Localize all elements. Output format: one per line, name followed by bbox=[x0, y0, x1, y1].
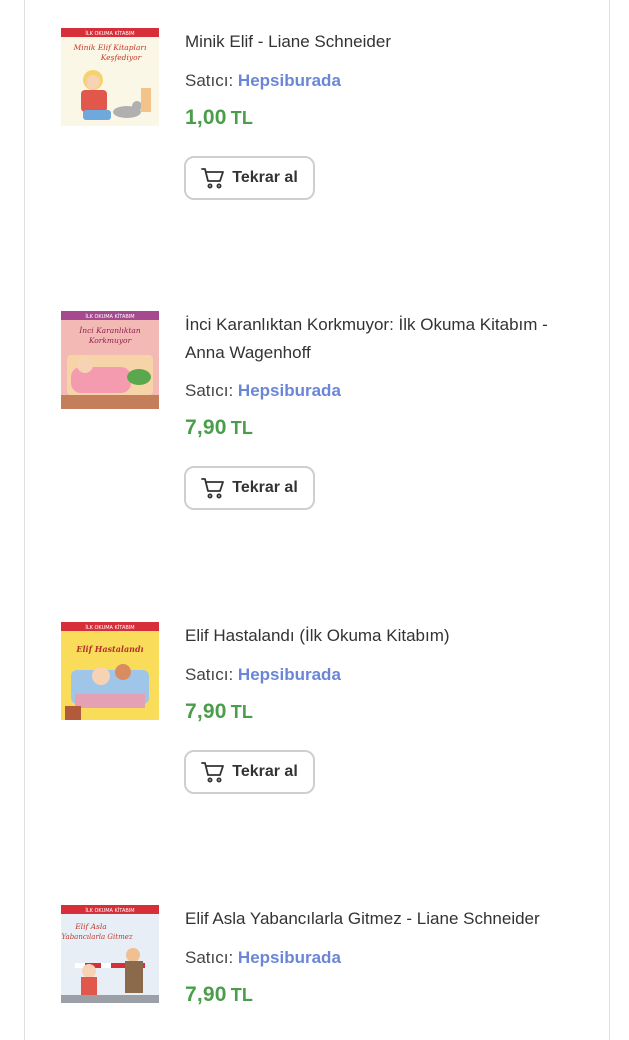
seller-name-link[interactable]: Hepsiburada bbox=[238, 665, 341, 684]
cover-title-text: Minik Elif Kitapları bbox=[73, 43, 147, 52]
book-cover-illustration: İLK OKUMA KİTABIM İnci Karanlıktan Korkm… bbox=[61, 311, 159, 409]
seller-label: Satıcı: bbox=[185, 665, 234, 684]
cover-title-text: Elif Asla bbox=[74, 922, 107, 931]
buy-again-label: Tekrar al bbox=[232, 169, 298, 186]
cart-icon bbox=[201, 761, 225, 783]
product-title[interactable]: Elif Hastalandı (İlk Okuma Kitabım) bbox=[185, 622, 585, 650]
price-value: 7,90 bbox=[185, 700, 227, 723]
seller-label: Satıcı: bbox=[185, 948, 234, 967]
orders-card: İLK OKUMA KİTABIM Minik Elif Kitapları K… bbox=[24, 0, 610, 1040]
book-cover-illustration: İLK OKUMA KİTABIM Minik Elif Kitapları K… bbox=[61, 28, 159, 126]
price-currency: TL bbox=[230, 108, 254, 128]
buy-again-label: Tekrar al bbox=[232, 479, 298, 496]
seller-name-link[interactable]: Hepsiburada bbox=[238, 71, 341, 90]
cover-title-text: Korkmuyor bbox=[88, 336, 132, 345]
book-cover-image[interactable]: İLK OKUMA KİTABIM Elif Asla Yabancılarla… bbox=[61, 905, 159, 1003]
cover-series-text: İLK OKUMA KİTABIM bbox=[85, 907, 134, 914]
seller-line: Satıcı: Hepsiburada bbox=[185, 381, 341, 401]
price-value: 1,00 bbox=[185, 106, 227, 129]
buy-again-button[interactable]: Tekrar al bbox=[184, 466, 315, 510]
cover-series-text: İLK OKUMA KİTABIM bbox=[85, 624, 134, 631]
price-currency: TL bbox=[230, 702, 254, 722]
seller-line: Satıcı: Hepsiburada bbox=[185, 71, 341, 91]
price: 7,90 TL bbox=[185, 700, 253, 724]
price-value: 7,90 bbox=[185, 983, 227, 1006]
seller-line: Satıcı: Hepsiburada bbox=[185, 665, 341, 685]
seller-line: Satıcı: Hepsiburada bbox=[185, 948, 341, 968]
seller-label: Satıcı: bbox=[185, 71, 234, 90]
cover-title-text: Yabancılarla Gitmez bbox=[61, 933, 132, 941]
cover-title-text: İnci Karanlıktan bbox=[78, 326, 141, 335]
cover-series-text: İLK OKUMA KİTABIM bbox=[85, 30, 134, 37]
book-cover-image[interactable]: İLK OKUMA KİTABIM İnci Karanlıktan Korkm… bbox=[61, 311, 159, 409]
price-value: 7,90 bbox=[185, 416, 227, 439]
book-cover-illustration: İLK OKUMA KİTABIM Elif Asla Yabancılarla… bbox=[61, 905, 159, 1003]
book-cover-image[interactable]: İLK OKUMA KİTABIM Minik Elif Kitapları K… bbox=[61, 28, 159, 126]
book-cover-illustration: İLK OKUMA KİTABIM Elif Hastalandı bbox=[61, 622, 159, 720]
cover-title-text: Keşfediyor bbox=[100, 53, 142, 62]
cover-title-text: Elif Hastalandı bbox=[75, 644, 143, 654]
price-currency: TL bbox=[230, 985, 254, 1005]
price: 7,90 TL bbox=[185, 983, 253, 1007]
seller-label: Satıcı: bbox=[185, 381, 234, 400]
seller-name-link[interactable]: Hepsiburada bbox=[238, 948, 341, 967]
product-title[interactable]: Elif Asla Yabancılarla Gitmez - Liane Sc… bbox=[185, 905, 585, 933]
cover-series-text: İLK OKUMA KİTABIM bbox=[85, 313, 134, 320]
product-title[interactable]: Minik Elif - Liane Schneider bbox=[185, 28, 585, 56]
cart-icon bbox=[201, 477, 225, 499]
buy-again-button[interactable]: Tekrar al bbox=[184, 156, 315, 200]
buy-again-button[interactable]: Tekrar al bbox=[184, 750, 315, 794]
product-title[interactable]: İnci Karanlıktan Korkmuyor: İlk Okuma Ki… bbox=[185, 311, 585, 367]
book-cover-image[interactable]: İLK OKUMA KİTABIM Elif Hastalandı bbox=[61, 622, 159, 720]
cart-icon bbox=[201, 167, 225, 189]
seller-name-link[interactable]: Hepsiburada bbox=[238, 381, 341, 400]
price: 1,00 TL bbox=[185, 106, 253, 130]
buy-again-label: Tekrar al bbox=[232, 763, 298, 780]
price-currency: TL bbox=[230, 418, 254, 438]
price: 7,90 TL bbox=[185, 416, 253, 440]
